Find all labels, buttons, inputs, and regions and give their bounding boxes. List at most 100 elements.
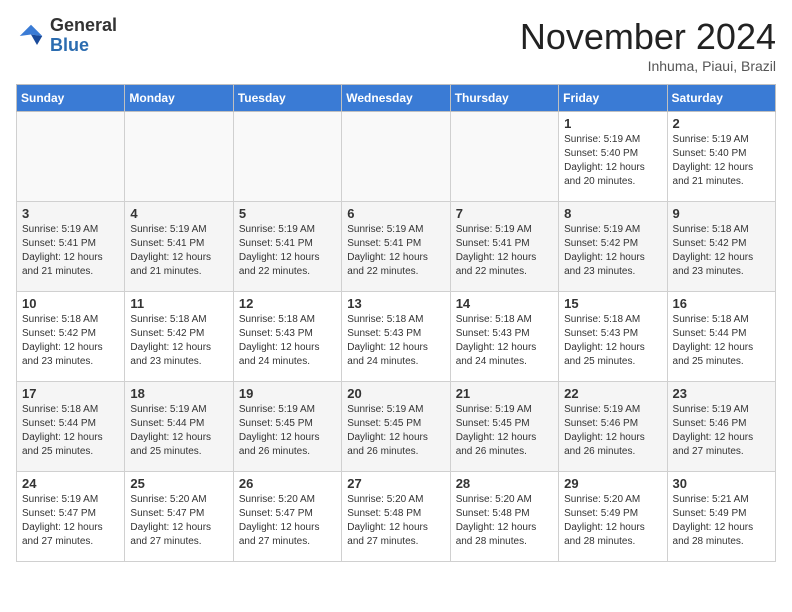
calendar-week-2: 3 Sunrise: 5:19 AM Sunset: 5:41 PM Daylig… (17, 202, 776, 292)
calendar-header: SundayMondayTuesdayWednesdayThursdayFrid… (17, 85, 776, 112)
calendar-cell: 20 Sunrise: 5:19 AM Sunset: 5:45 PM Dayli… (342, 382, 450, 472)
day-number: 16 (673, 296, 770, 311)
day-number: 1 (564, 116, 661, 131)
day-number: 8 (564, 206, 661, 221)
day-content: Sunrise: 5:19 AM Sunset: 5:47 PM Dayligh… (22, 493, 119, 549)
day-content: Sunrise: 5:18 AM Sunset: 5:44 PM Dayligh… (673, 313, 770, 369)
weekday-header-sunday: Sunday (17, 85, 125, 112)
month-title: November 2024 (520, 16, 776, 58)
calendar-cell: 29 Sunrise: 5:20 AM Sunset: 5:49 PM Dayli… (559, 472, 667, 562)
day-number: 29 (564, 476, 661, 491)
day-number: 10 (22, 296, 119, 311)
calendar-week-3: 10 Sunrise: 5:18 AM Sunset: 5:42 PM Dayli… (17, 292, 776, 382)
logo-icon (16, 21, 46, 51)
calendar-cell: 6Sunrise: 5:19 AM Sunset: 5:41 PM Daylig… (342, 202, 450, 292)
day-content: Sunrise: 5:20 AM Sunset: 5:47 PM Dayligh… (239, 493, 336, 549)
calendar-cell: 21 Sunrise: 5:19 AM Sunset: 5:45 PM Dayli… (450, 382, 558, 472)
calendar-cell: 25 Sunrise: 5:20 AM Sunset: 5:47 PM Dayli… (125, 472, 233, 562)
calendar-cell: 23 Sunrise: 5:19 AM Sunset: 5:46 PM Dayli… (667, 382, 775, 472)
calendar-cell: 22Sunrise: 5:19 AM Sunset: 5:46 PM Dayli… (559, 382, 667, 472)
day-content: Sunrise: 5:19 AM Sunset: 5:41 PM Dayligh… (239, 223, 336, 279)
day-content: Sunrise: 5:19 AM Sunset: 5:46 PM Dayligh… (673, 403, 770, 459)
calendar-cell (342, 112, 450, 202)
day-content: Sunrise: 5:18 AM Sunset: 5:43 PM Dayligh… (456, 313, 553, 369)
logo-general: General (50, 15, 117, 35)
day-content: Sunrise: 5:18 AM Sunset: 5:44 PM Dayligh… (22, 403, 119, 459)
calendar-cell: 5 Sunrise: 5:19 AM Sunset: 5:41 PM Daylig… (233, 202, 341, 292)
day-content: Sunrise: 5:18 AM Sunset: 5:43 PM Dayligh… (347, 313, 444, 369)
day-content: Sunrise: 5:18 AM Sunset: 5:42 PM Dayligh… (130, 313, 227, 369)
calendar-cell (125, 112, 233, 202)
calendar-cell (17, 112, 125, 202)
day-number: 14 (456, 296, 553, 311)
calendar-cell: 8 Sunrise: 5:19 AM Sunset: 5:42 PM Daylig… (559, 202, 667, 292)
weekday-header-wednesday: Wednesday (342, 85, 450, 112)
day-number: 28 (456, 476, 553, 491)
calendar-cell (450, 112, 558, 202)
logo-blue: Blue (50, 35, 89, 55)
day-content: Sunrise: 5:20 AM Sunset: 5:47 PM Dayligh… (130, 493, 227, 549)
day-number: 7 (456, 206, 553, 221)
day-number: 15 (564, 296, 661, 311)
calendar-body: 1 Sunrise: 5:19 AM Sunset: 5:40 PM Daylig… (17, 112, 776, 562)
day-number: 13 (347, 296, 444, 311)
day-content: Sunrise: 5:18 AM Sunset: 5:43 PM Dayligh… (564, 313, 661, 369)
day-number: 19 (239, 386, 336, 401)
calendar-cell: 3Sunrise: 5:19 AM Sunset: 5:41 PM Daylig… (17, 202, 125, 292)
calendar-cell: 2Sunrise: 5:19 AM Sunset: 5:40 PM Daylig… (667, 112, 775, 202)
calendar-cell: 9Sunrise: 5:18 AM Sunset: 5:42 PM Daylig… (667, 202, 775, 292)
title-block: November 2024 Inhuma, Piaui, Brazil (520, 16, 776, 74)
day-number: 20 (347, 386, 444, 401)
day-number: 4 (130, 206, 227, 221)
calendar-cell: 11 Sunrise: 5:18 AM Sunset: 5:42 PM Dayli… (125, 292, 233, 382)
calendar-cell: 28 Sunrise: 5:20 AM Sunset: 5:48 PM Dayli… (450, 472, 558, 562)
weekday-header-thursday: Thursday (450, 85, 558, 112)
calendar-cell: 10Sunrise: 5:18 AM Sunset: 5:42 PM Dayli… (17, 292, 125, 382)
calendar-cell: 30Sunrise: 5:21 AM Sunset: 5:49 PM Dayli… (667, 472, 775, 562)
calendar-week-1: 1 Sunrise: 5:19 AM Sunset: 5:40 PM Daylig… (17, 112, 776, 202)
calendar-cell: 24 Sunrise: 5:19 AM Sunset: 5:47 PM Dayli… (17, 472, 125, 562)
calendar-cell: 27 Sunrise: 5:20 AM Sunset: 5:48 PM Dayli… (342, 472, 450, 562)
day-content: Sunrise: 5:19 AM Sunset: 5:41 PM Dayligh… (456, 223, 553, 279)
day-number: 5 (239, 206, 336, 221)
day-number: 26 (239, 476, 336, 491)
calendar-cell (233, 112, 341, 202)
calendar-cell: 12 Sunrise: 5:18 AM Sunset: 5:43 PM Dayli… (233, 292, 341, 382)
calendar-cell: 26 Sunrise: 5:20 AM Sunset: 5:47 PM Dayli… (233, 472, 341, 562)
day-content: Sunrise: 5:19 AM Sunset: 5:45 PM Dayligh… (347, 403, 444, 459)
day-content: Sunrise: 5:19 AM Sunset: 5:45 PM Dayligh… (456, 403, 553, 459)
calendar-cell: 13 Sunrise: 5:18 AM Sunset: 5:43 PM Dayli… (342, 292, 450, 382)
day-number: 25 (130, 476, 227, 491)
day-content: Sunrise: 5:20 AM Sunset: 5:48 PM Dayligh… (456, 493, 553, 549)
weekday-header-monday: Monday (125, 85, 233, 112)
page-header: General Blue November 2024 Inhuma, Piaui… (16, 16, 776, 74)
day-content: Sunrise: 5:18 AM Sunset: 5:42 PM Dayligh… (673, 223, 770, 279)
day-content: Sunrise: 5:19 AM Sunset: 5:40 PM Dayligh… (673, 133, 770, 189)
logo: General Blue (16, 16, 117, 56)
day-content: Sunrise: 5:19 AM Sunset: 5:40 PM Dayligh… (564, 133, 661, 189)
day-content: Sunrise: 5:18 AM Sunset: 5:43 PM Dayligh… (239, 313, 336, 369)
day-number: 24 (22, 476, 119, 491)
calendar-cell: 14 Sunrise: 5:18 AM Sunset: 5:43 PM Dayli… (450, 292, 558, 382)
calendar-cell: 17Sunrise: 5:18 AM Sunset: 5:44 PM Dayli… (17, 382, 125, 472)
calendar-cell: 7 Sunrise: 5:19 AM Sunset: 5:41 PM Daylig… (450, 202, 558, 292)
day-number: 23 (673, 386, 770, 401)
day-number: 12 (239, 296, 336, 311)
day-content: Sunrise: 5:19 AM Sunset: 5:41 PM Dayligh… (130, 223, 227, 279)
day-content: Sunrise: 5:19 AM Sunset: 5:42 PM Dayligh… (564, 223, 661, 279)
day-content: Sunrise: 5:20 AM Sunset: 5:48 PM Dayligh… (347, 493, 444, 549)
day-content: Sunrise: 5:21 AM Sunset: 5:49 PM Dayligh… (673, 493, 770, 549)
calendar-cell: 1 Sunrise: 5:19 AM Sunset: 5:40 PM Daylig… (559, 112, 667, 202)
day-number: 21 (456, 386, 553, 401)
day-number: 11 (130, 296, 227, 311)
day-number: 3 (22, 206, 119, 221)
location-subtitle: Inhuma, Piaui, Brazil (520, 58, 776, 74)
weekday-header-saturday: Saturday (667, 85, 775, 112)
day-content: Sunrise: 5:20 AM Sunset: 5:49 PM Dayligh… (564, 493, 661, 549)
calendar-cell: 4 Sunrise: 5:19 AM Sunset: 5:41 PM Daylig… (125, 202, 233, 292)
day-number: 27 (347, 476, 444, 491)
day-number: 18 (130, 386, 227, 401)
day-number: 22 (564, 386, 661, 401)
day-content: Sunrise: 5:19 AM Sunset: 5:41 PM Dayligh… (347, 223, 444, 279)
calendar-cell: 19Sunrise: 5:19 AM Sunset: 5:45 PM Dayli… (233, 382, 341, 472)
